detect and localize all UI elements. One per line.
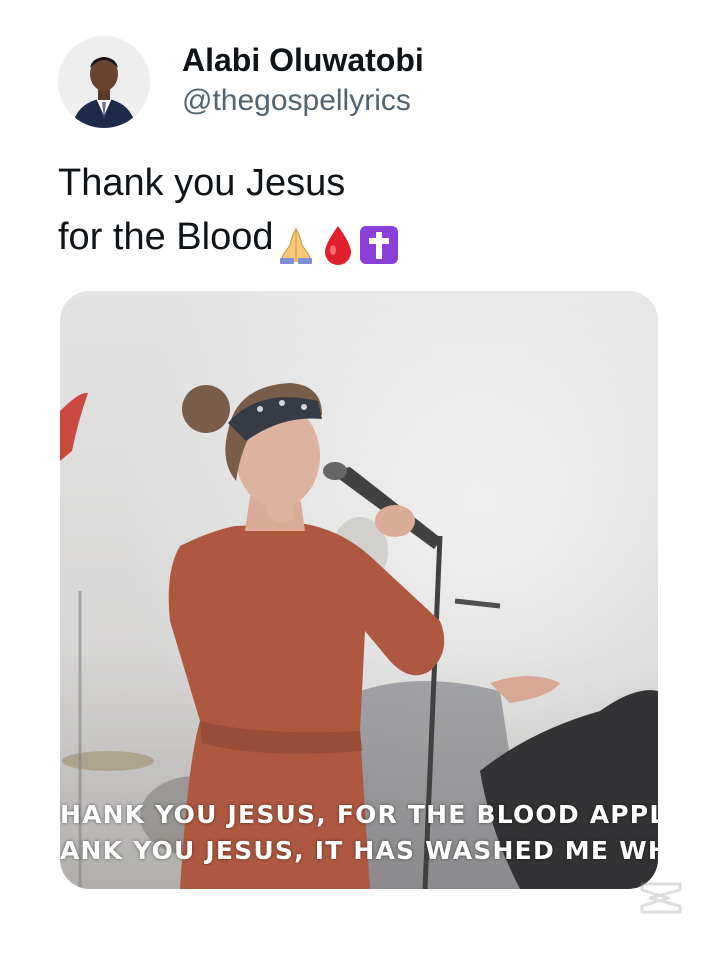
latin-cross-icon <box>360 225 399 264</box>
tweet-post: Alabi Oluwatobi @thegospellyrics Thank y… <box>0 0 720 960</box>
lyrics-caption-line-2: ANK YOU JESUS, IT HAS WASHED ME WH <box>60 836 658 865</box>
tweet-text-line-1: Thank you Jesus <box>58 162 346 204</box>
lyrics-caption-text-2: ANK YOU JESUS, IT HAS WASHED ME WH <box>60 836 658 865</box>
tweet-text-line-2: for the Blood <box>58 216 274 258</box>
capcut-logo-icon <box>636 876 686 920</box>
author-handle[interactable]: @thegospellyrics <box>182 82 411 120</box>
folded-hands-icon <box>280 227 313 264</box>
tweet-text: Thank you Jesus for the Blood <box>58 156 678 270</box>
profile-photo-icon <box>58 36 150 128</box>
lyrics-caption-text-1: HANK YOU JESUS, FOR THE BLOOD APPLIE <box>60 800 658 829</box>
emoji-row <box>275 216 403 270</box>
author-name[interactable]: Alabi Oluwatobi <box>182 40 424 80</box>
author-avatar[interactable] <box>58 36 150 128</box>
blood-drop-icon <box>325 225 352 265</box>
lyrics-caption-line-1: HANK YOU JESUS, FOR THE BLOOD APPLIE <box>60 800 658 829</box>
tweet-text-line-2-wrap: for the Blood <box>58 210 678 270</box>
